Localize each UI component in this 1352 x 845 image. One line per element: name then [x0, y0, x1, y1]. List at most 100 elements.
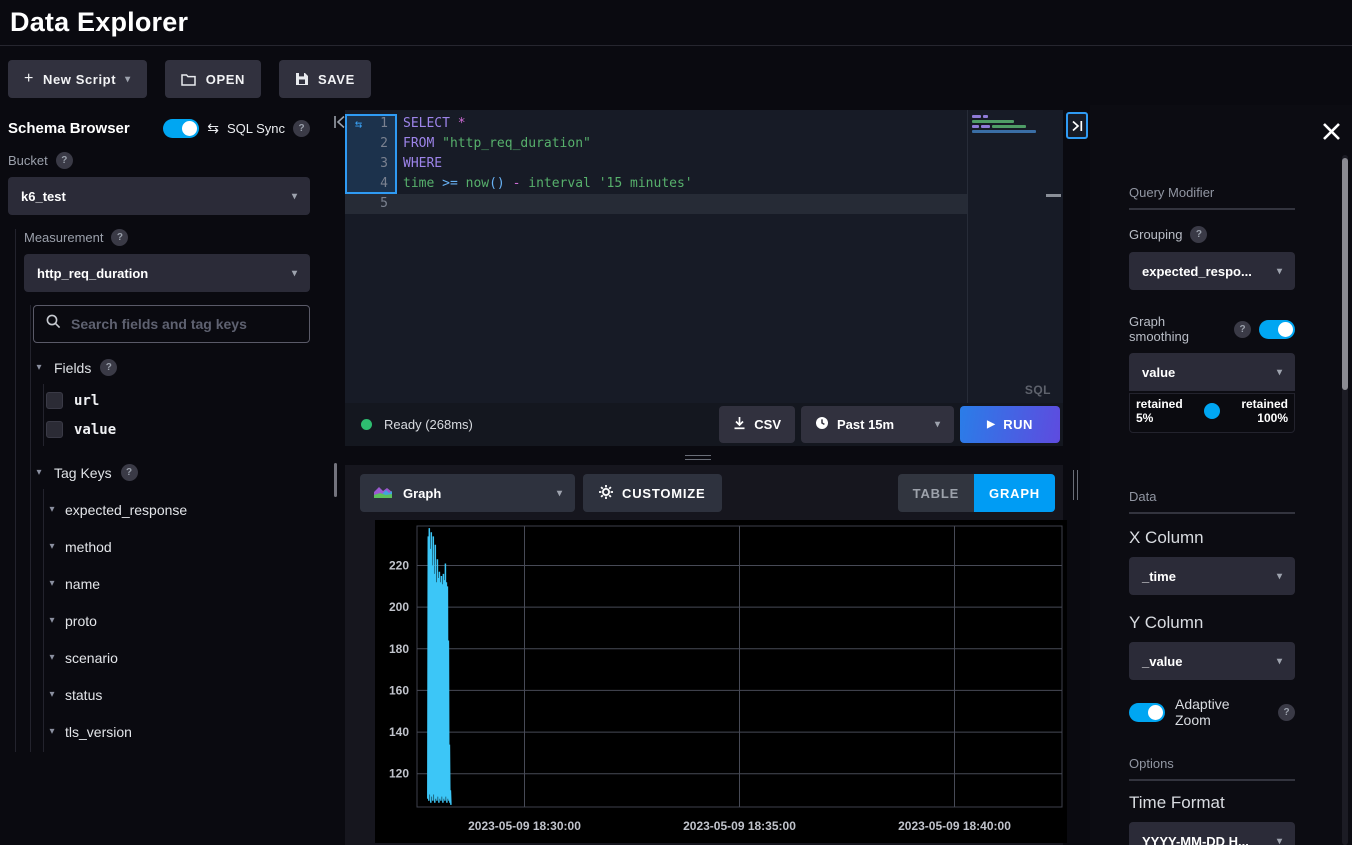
graph-type-value: Graph	[403, 486, 441, 501]
line-number: 1	[372, 114, 397, 134]
editor-statusbar: Ready (268ms) CSV Past 15m ▾ ▶ RUN	[345, 403, 1063, 446]
bucket-dropdown[interactable]: k6_test ▾	[8, 177, 310, 215]
help-icon[interactable]: ?	[111, 229, 128, 246]
adaptive-zoom-toggle[interactable]	[1129, 703, 1165, 722]
chevron-down-icon: ▾	[125, 74, 131, 85]
toggle-knob	[1148, 705, 1163, 720]
clock-icon	[815, 416, 829, 433]
sql-sync-toggle[interactable]	[163, 119, 199, 138]
graph-type-dropdown[interactable]: Graph ▾	[360, 474, 575, 512]
grouping-dropdown[interactable]: expected_respo... ▾	[1129, 252, 1295, 290]
new-script-label: New Script	[43, 72, 116, 87]
chevron-down-icon: ▾	[292, 191, 297, 202]
search-input[interactable]	[71, 316, 297, 332]
retained-slider[interactable]: retained 5% retained 100%	[1129, 393, 1295, 433]
time-range-label: Past 15m	[837, 417, 894, 432]
checkbox[interactable]	[46, 421, 63, 438]
new-script-button[interactable]: + New Script ▾	[8, 60, 147, 98]
chevron-down-icon: ▾	[292, 268, 297, 279]
tag-key-label: scenario	[65, 650, 118, 666]
fields-list: url value	[43, 384, 310, 446]
tag-key-item-proto[interactable]: ▾proto	[46, 602, 310, 639]
measurement-dropdown[interactable]: http_req_duration ▾	[24, 254, 310, 292]
help-icon[interactable]: ?	[1190, 226, 1207, 243]
line-number: 3	[372, 154, 397, 174]
code-text: WHERE	[397, 154, 442, 174]
help-icon[interactable]: ?	[100, 359, 117, 376]
tag-key-item-tls_version[interactable]: ▾tls_version	[46, 713, 310, 750]
editor-scroll-indicator[interactable]	[1046, 194, 1061, 197]
schema-browser-title: Schema Browser	[8, 120, 130, 137]
code-line[interactable]: 3WHERE	[345, 154, 967, 174]
fields-group-header[interactable]: ▾ Fields ?	[33, 359, 310, 376]
app-root: Data Explorer + New Script ▾ OPEN SAVE S…	[0, 0, 1352, 845]
tag-key-item-name[interactable]: ▾name	[46, 565, 310, 602]
slider-knob[interactable]	[1204, 403, 1220, 419]
visualization-panel: Graph ▾ CUSTOMIZE TABLE GRAPH 1201401601…	[345, 465, 1063, 845]
field-item-url[interactable]: url	[46, 386, 310, 415]
panel-scrollbar-thumb[interactable]	[1342, 158, 1348, 390]
chevron-down-icon: ▾	[46, 504, 58, 515]
help-icon[interactable]: ?	[1234, 321, 1251, 338]
field-label: url	[74, 393, 99, 409]
fields-label: Fields	[54, 360, 91, 376]
sql-editor[interactable]: ⇆1SELECT *2FROM "http_req_duration"3WHER…	[345, 110, 1063, 403]
open-button[interactable]: OPEN	[165, 60, 261, 98]
vertical-resize-handle[interactable]	[1065, 105, 1090, 845]
tag-key-label: method	[65, 539, 112, 555]
svg-text:140: 140	[389, 725, 409, 739]
close-icon[interactable]	[1321, 121, 1342, 147]
time-range-dropdown[interactable]: Past 15m ▾	[801, 406, 954, 443]
tag-key-item-method[interactable]: ▾ method	[46, 528, 310, 565]
save-button[interactable]: SAVE	[279, 60, 371, 98]
minimap[interactable]	[967, 110, 1063, 403]
toolbar: + New Script ▾ OPEN SAVE	[0, 46, 1352, 105]
run-button[interactable]: ▶ RUN	[960, 406, 1060, 443]
graph-smoothing-toggle[interactable]	[1259, 320, 1295, 339]
chevron-down-icon: ▾	[46, 541, 58, 552]
view-mode-segment: TABLE GRAPH	[898, 474, 1055, 512]
chart-svg[interactable]: 1201401601802002202023-05-09 18:30:00202…	[375, 520, 1067, 843]
graph-smoothing-label: Graph smoothing	[1129, 314, 1226, 344]
chevron-down-icon: ▾	[33, 467, 45, 478]
play-icon: ▶	[987, 419, 995, 430]
help-icon[interactable]: ?	[56, 152, 73, 169]
editor-and-graph-column: ⇆1SELECT *2FROM "http_req_duration"3WHER…	[330, 105, 1065, 845]
help-icon[interactable]: ?	[293, 120, 310, 137]
drag-grip	[1073, 470, 1074, 500]
help-icon[interactable]: ?	[1278, 704, 1295, 721]
field-item-value[interactable]: value	[46, 415, 310, 444]
time-format-dropdown[interactable]: YYYY-MM-DD H... ▾	[1129, 822, 1295, 845]
sql-sync-label: SQL Sync	[227, 121, 285, 136]
expand-panel-button[interactable]	[1066, 112, 1088, 139]
sql-sync-icon: ⇆	[345, 114, 372, 134]
code-line[interactable]: 4time >= now() - interval '15 minutes'	[345, 174, 967, 194]
help-icon[interactable]: ?	[121, 464, 138, 481]
customize-button[interactable]: CUSTOMIZE	[583, 474, 722, 512]
smoothing-column-dropdown[interactable]: value ▾	[1129, 353, 1295, 391]
graph-view-button[interactable]: GRAPH	[974, 474, 1055, 512]
code-line[interactable]: 2FROM "http_req_duration"	[345, 134, 967, 154]
tag-key-label: status	[65, 687, 102, 703]
language-badge: SQL	[1025, 383, 1051, 397]
checkbox[interactable]	[46, 392, 63, 409]
csv-download-button[interactable]: CSV	[719, 406, 795, 443]
drag-grip	[685, 455, 711, 456]
code-line[interactable]: ⇆1SELECT *	[345, 114, 967, 134]
chevron-down-icon: ▾	[1277, 367, 1282, 378]
chevron-down-icon: ▾	[1277, 656, 1282, 667]
tag-key-item-scenario[interactable]: ▾scenario	[46, 639, 310, 676]
tag-key-item-expected_response[interactable]: ▾expected_response	[46, 491, 310, 528]
code-area[interactable]: ⇆1SELECT *2FROM "http_req_duration"3WHER…	[345, 110, 967, 403]
x-column-dropdown[interactable]: _time ▾	[1129, 557, 1295, 595]
tag-key-item-status[interactable]: ▾status	[46, 676, 310, 713]
retained-min-label: retained 5%	[1136, 397, 1192, 429]
svg-text:120: 120	[389, 767, 409, 781]
table-view-button[interactable]: TABLE	[898, 474, 974, 512]
bucket-value: k6_test	[21, 189, 66, 204]
code-line[interactable]: 5	[345, 194, 967, 214]
y-column-dropdown[interactable]: _value ▾	[1129, 642, 1295, 680]
time-format-value: YYYY-MM-DD H...	[1142, 834, 1249, 845]
tag-keys-group-header[interactable]: ▾ Tag Keys ?	[33, 464, 310, 481]
search-icon	[46, 314, 61, 334]
